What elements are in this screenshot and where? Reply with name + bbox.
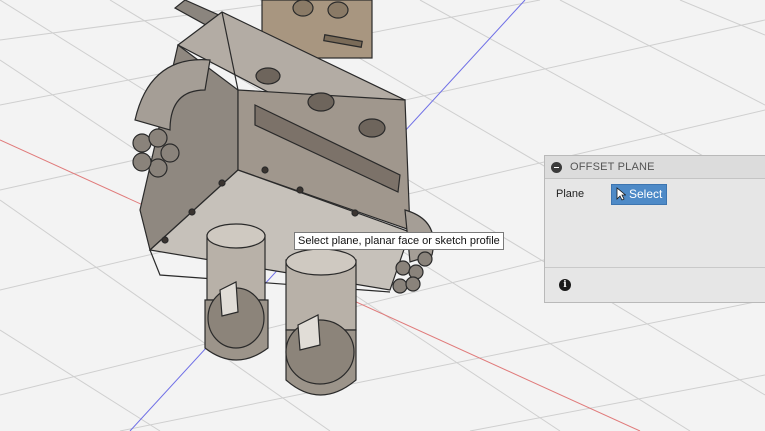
plane-label: Plane	[556, 188, 585, 200]
pointer-cursor-icon	[616, 187, 626, 201]
dialog-header: OFFSET PLANE	[545, 156, 765, 179]
dialog-title: OFFSET PLANE	[570, 161, 655, 173]
plane-row: Plane Select	[545, 181, 765, 207]
info-icon[interactable]: i	[559, 279, 571, 291]
dialog-footer: i	[545, 267, 765, 302]
select-button-label: Select	[629, 187, 663, 201]
minus-circle-icon[interactable]	[551, 161, 562, 173]
plane-select-button[interactable]: Select	[611, 183, 667, 205]
offset-plane-dialog: OFFSET PLANE Plane Select i	[544, 155, 765, 303]
selection-tooltip: Select plane, planar face or sketch prof…	[294, 232, 504, 250]
robot-3d-model[interactable]	[132, 0, 435, 396]
